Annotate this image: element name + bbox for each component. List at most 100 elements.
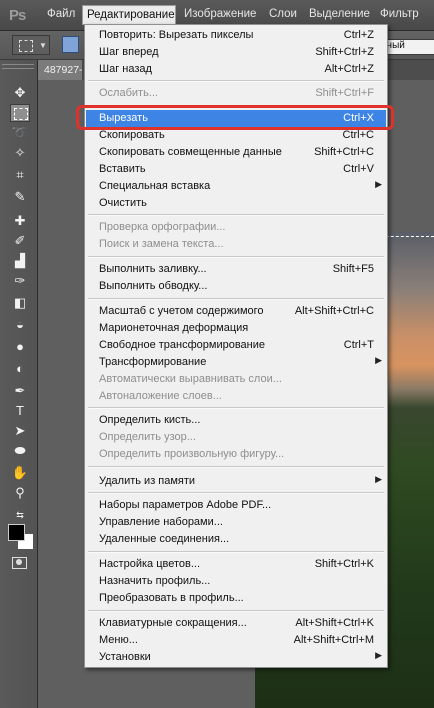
menu-item-label: Ослабить... [99,87,158,99]
menu-item-label: Удалить из памяти [99,475,196,487]
menu-item[interactable]: Марионеточная деформация [86,320,386,337]
menu-item[interactable]: Шаг назад Alt+Ctrl+Z [86,61,386,78]
tool-preset-picker[interactable]: ▼ [12,35,50,55]
menu-select[interactable]: Выделение [309,8,370,20]
document-tab[interactable]: 487927- [38,60,82,80]
eraser-icon[interactable]: ◧ [10,294,30,312]
submenu-arrow-icon: ▶ [375,474,382,484]
menu-item-label: Назначить профиль... [99,575,211,587]
menu-item[interactable]: Меню... Alt+Shift+Ctrl+M [86,632,386,649]
menu-item[interactable]: Трансформирование ▶ [86,354,386,371]
zoom-icon[interactable]: ⚲ [10,484,30,502]
menu-item-label: Автоналожение слоев... [99,390,222,402]
new-selection-button[interactable] [62,36,79,53]
menu-item-label: Шаг назад [99,63,152,75]
move-icon[interactable]: ✥ [10,84,30,102]
path-select-icon[interactable]: ➤ [10,422,30,440]
menu-item[interactable]: Свободное трансформирование Ctrl+T [86,337,386,354]
menu-item[interactable]: Назначить профиль... [86,573,386,590]
crop-icon[interactable]: ⌗ [10,166,30,184]
submenu-arrow-icon: ▶ [375,650,382,660]
menu-item-shortcut: Alt+Shift+Ctrl+M [293,634,374,646]
menu-item[interactable]: Вставить Ctrl+V [86,161,386,178]
menu-item-label: Автоматически выравнивать слои... [99,373,282,385]
menu-item-label: Вставить [99,163,146,175]
menu-item[interactable]: Очистить [86,195,386,212]
clone-stamp-icon[interactable]: ▟ [10,252,30,270]
menu-item-label: Преобразовать в профиль... [99,592,244,604]
menu-item[interactable]: Вырезать Ctrl+X [86,110,386,127]
menu-item[interactable]: Скопировать Ctrl+C [86,127,386,144]
menu-image[interactable]: Изображение [184,8,256,20]
color-swap-icon[interactable]: ⇆ [10,506,30,524]
dodge-icon[interactable]: ◐ [10,360,30,378]
menu-item-shortcut: Shift+Ctrl+K [314,558,374,570]
menu-item[interactable]: Управление наборами... [86,514,386,531]
blur-icon[interactable]: ● [10,338,30,356]
menu-item: Поиск и замена текста... [86,236,386,253]
menu-item-shortcut: Shift+Ctrl+Z [315,46,374,58]
menu-item[interactable]: Преобразовать в профиль... [86,590,386,607]
type-icon[interactable]: T [10,402,30,420]
menu-layers[interactable]: Слои [269,8,297,20]
menu-item-label: Свободное трансформирование [99,339,265,351]
menu-separator [88,407,384,409]
history-brush-icon[interactable]: ✑ [10,272,30,290]
rect-marquee-icon[interactable] [10,104,30,122]
menu-item-label: Определить узор... [99,431,196,443]
foreground-color-swatch[interactable] [8,524,25,541]
menu-item-shortcut: Ctrl+X [343,112,374,124]
menu-item-label: Управление наборами... [99,516,223,528]
menu-file[interactable]: Файл [47,8,75,20]
menu-edit[interactable]: Редактирование [82,5,176,25]
lasso-icon[interactable]: ➰ [10,124,30,142]
eyedropper-icon[interactable]: ✎ [10,188,30,206]
menu-separator [88,256,384,258]
menu-item-label: Выполнить обводку... [99,280,208,292]
menu-item[interactable]: Масштаб с учетом содержимого Alt+Shift+Ct… [86,303,386,320]
menu-separator [88,610,384,612]
quick-mask-icon[interactable] [12,557,27,569]
menu-separator [88,298,384,300]
menu-item: Автоналожение слоев... [86,388,386,405]
menu-item[interactable]: Наборы параметров Adobe PDF... [86,497,386,514]
rect-marquee-icon [19,40,33,52]
quick-select-icon[interactable]: ✧ [10,144,30,162]
chevron-down-icon: ▼ [39,41,47,50]
menu-item-label: Скопировать [99,129,165,141]
menu-item-label: Определить произвольную фигуру... [99,448,285,460]
photoshop-logo: Ps [9,7,26,24]
menu-item[interactable]: Выполнить заливку... Shift+F5 [86,261,386,278]
menu-item-shortcut: Alt+Shift+Ctrl+K [295,617,374,629]
menu-item[interactable]: Скопировать совмещенные данные Shift+Ctrl… [86,144,386,161]
menu-item[interactable]: Специальная вставка ▶ [86,178,386,195]
menu-item[interactable]: Клавиатурные сокращения... Alt+Shift+Ctrl… [86,615,386,632]
ellipse-shape-icon[interactable]: ⬬ [10,442,30,460]
menu-item-label: Настройка цветов... [99,558,201,570]
menu-item[interactable]: Настройка цветов... Shift+Ctrl+K [86,556,386,573]
menu-item: Определить произвольную фигуру... [86,446,386,463]
menu-item: Ослабить... Shift+Ctrl+F [86,85,386,102]
menu-item[interactable]: Шаг вперед Shift+Ctrl+Z [86,44,386,61]
hand-icon[interactable]: ✋ [10,464,30,482]
edit-menu-dropdown: Повторить: Вырезать пикселы Ctrl+Z Шаг впе… [84,24,388,668]
menu-item[interactable]: Определить кисть... [86,412,386,429]
brush-icon[interactable]: ✐ [10,232,30,250]
menu-item[interactable]: Удаленные соединения... [86,531,386,548]
menu-item[interactable]: Выполнить обводку... [86,278,386,295]
spot-heal-icon[interactable]: ✚ [10,212,30,230]
menu-filter[interactable]: Фильтр [380,8,419,20]
menu-item[interactable]: Удалить из памяти ▶ [86,473,386,490]
paint-bucket-icon[interactable]: ◒ [10,316,30,334]
menu-separator [88,105,384,107]
menu-item[interactable]: Установки ▶ [86,649,386,666]
menu-item-shortcut: Shift+F5 [332,263,374,275]
menu-item-label: Поиск и замена текста... [99,238,224,250]
menu-item[interactable]: Повторить: Вырезать пикселы Ctrl+Z [86,27,386,44]
menu-item-label: Проверка орфографии... [99,221,226,233]
panel-grip[interactable] [2,64,34,69]
menu-item-label: Марионеточная деформация [99,322,249,334]
pen-icon[interactable]: ✒ [10,382,30,400]
menu-item-label: Вырезать [99,112,148,124]
menu-separator [88,551,384,553]
